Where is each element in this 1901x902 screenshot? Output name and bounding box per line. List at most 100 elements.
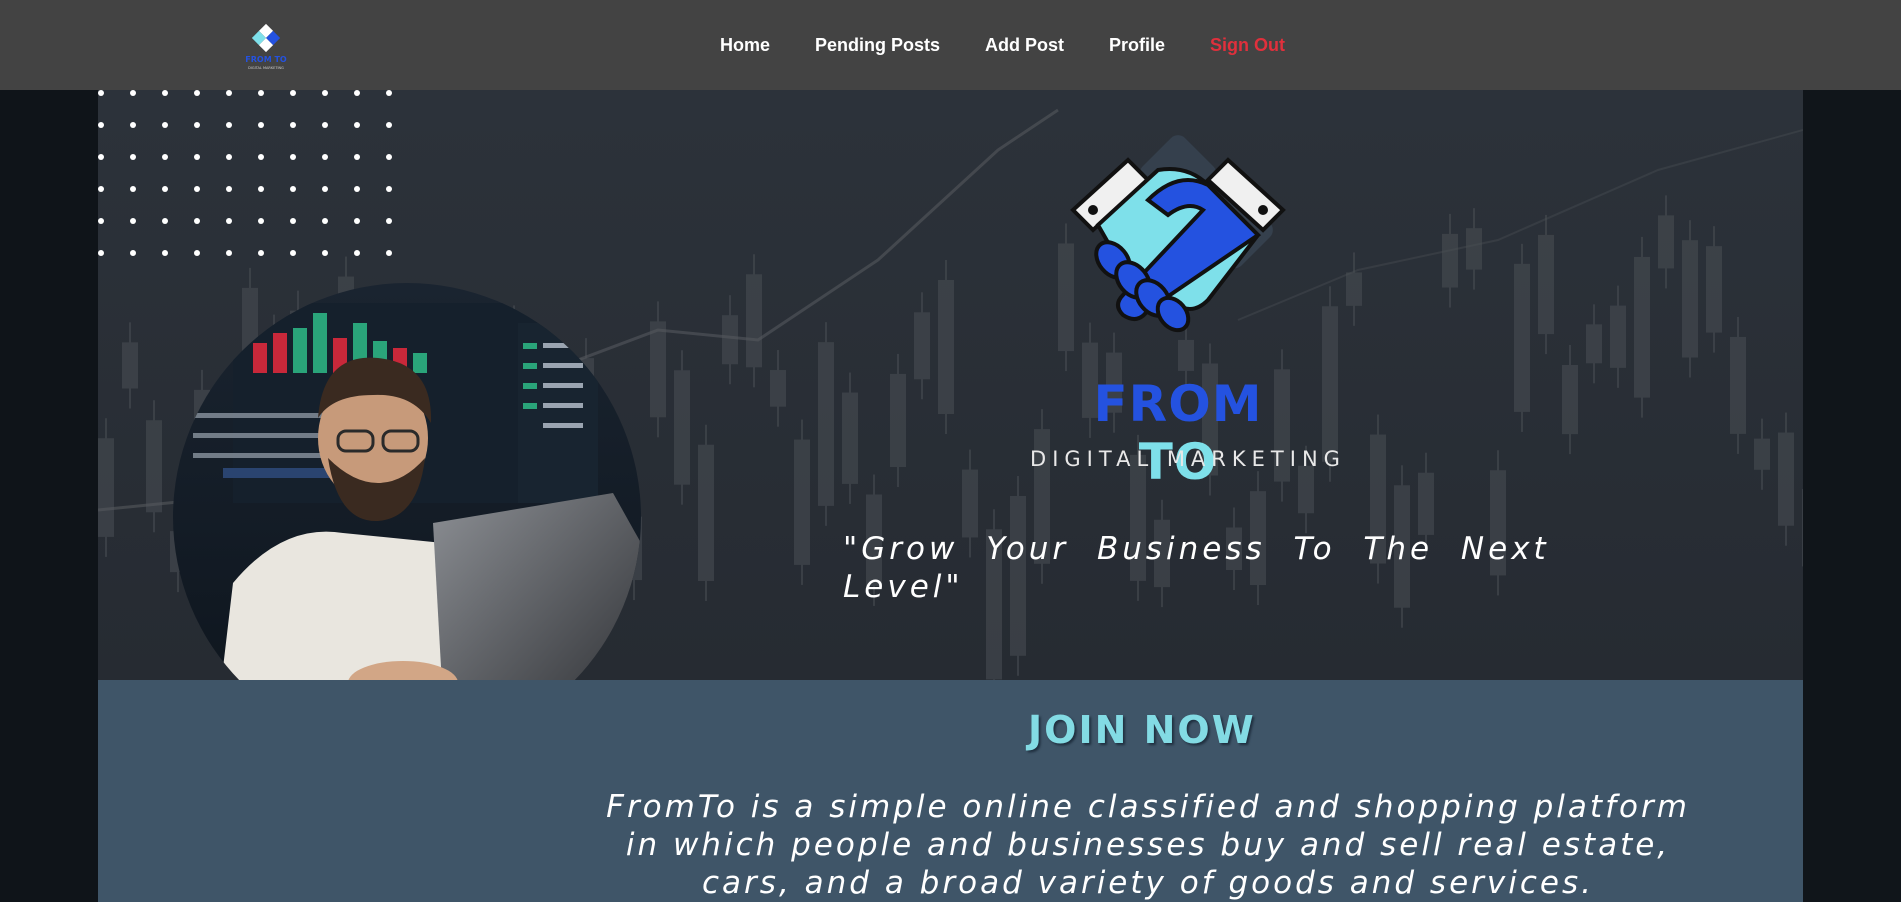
nav-profile[interactable]: Profile (1109, 35, 1165, 56)
decorative-dot (290, 250, 296, 256)
decorative-dot (98, 218, 104, 224)
decorative-dot (98, 186, 104, 192)
decorative-dot (258, 218, 264, 224)
bg-candlestick-wick (1641, 236, 1643, 418)
decorative-dot (258, 250, 264, 256)
decorative-dot (386, 154, 392, 160)
decorative-dot (258, 186, 264, 192)
bg-candlestick-wick (1449, 213, 1451, 308)
decorative-dot (98, 154, 104, 160)
decorative-dot (194, 186, 200, 192)
bg-candlestick-wick (1569, 344, 1571, 455)
join-section: JOIN NOW FromTo is a simple online class… (98, 680, 1803, 902)
site-logo-icon[interactable]: FROM TO DIGITAL MARKETING (240, 20, 292, 72)
bg-candlestick-wick (1593, 304, 1595, 384)
bg-candlestick-wick (1617, 285, 1619, 388)
decorative-dot (226, 186, 232, 192)
hero-section: FROM TO DIGITAL MARKETING "Grow Your Bus… (98, 90, 1803, 680)
decorative-dot (98, 122, 104, 128)
right-margin (1803, 90, 1901, 902)
decorative-dot (258, 122, 264, 128)
handshake-icon (1070, 135, 1286, 333)
left-margin (0, 90, 98, 902)
bg-candlestick-wick (801, 419, 803, 585)
decorative-dot (354, 122, 360, 128)
decorative-dot (226, 90, 232, 96)
bg-candlestick-wick (153, 400, 155, 533)
bg-candlestick-wick (1785, 412, 1787, 546)
decorative-dot (322, 218, 328, 224)
decorative-dot (322, 122, 328, 128)
decorative-dot (162, 90, 168, 96)
brand-title: FROM TO (1058, 375, 1298, 491)
decorative-dot (386, 122, 392, 128)
bg-candlestick-wick (921, 292, 923, 400)
nav-home[interactable]: Home (720, 35, 770, 56)
bg-candlestick-wick (897, 353, 899, 488)
bg-candlestick (1802, 489, 1803, 567)
bg-candlestick-wick (1665, 195, 1667, 289)
decorative-dot (226, 154, 232, 160)
nav-pending-posts[interactable]: Pending Posts (815, 35, 940, 56)
decorative-dot (322, 186, 328, 192)
decorative-dot (162, 218, 168, 224)
decorative-dot (130, 154, 136, 160)
top-navbar: FROM TO DIGITAL MARKETING Home Pending P… (0, 0, 1901, 90)
brand-subtitle: DIGITAL MARKETING (1030, 447, 1346, 471)
nav-add-post[interactable]: Add Post (985, 35, 1064, 56)
decorative-dot (386, 90, 392, 96)
decorative-dot (162, 154, 168, 160)
bg-candlestick-wick (105, 418, 107, 557)
decorative-dot (290, 154, 296, 160)
nav-links: Home Pending Posts Add Post Profile Sign… (720, 0, 1285, 90)
svg-text:DIGITAL MARKETING: DIGITAL MARKETING (248, 66, 284, 70)
join-description: FromTo is a simple online classified and… (606, 789, 1690, 901)
decorative-dot (194, 218, 200, 224)
decorative-dot (130, 250, 136, 256)
bg-candlestick-wick (849, 372, 851, 504)
bg-candlestick-wick (1737, 316, 1739, 454)
bg-candlestick-wick (777, 350, 779, 427)
join-now-heading[interactable]: JOIN NOW (1028, 708, 1256, 752)
decorative-dot (386, 218, 392, 224)
decorative-dot (162, 186, 168, 192)
decorative-dot (130, 90, 136, 96)
decorative-dot (354, 154, 360, 160)
brand-from: FROM (1093, 375, 1263, 433)
decorative-dot (98, 90, 104, 96)
decorative-dot (322, 154, 328, 160)
bg-candlestick-wick (681, 350, 683, 505)
decorative-dot (258, 154, 264, 160)
decorative-dot (322, 90, 328, 96)
decorative-dot (226, 122, 232, 128)
decorative-dot (162, 122, 168, 128)
bg-candlestick-wick (1545, 214, 1547, 355)
bg-candlestick-wick (753, 254, 755, 388)
bg-candlestick-wick (1761, 418, 1763, 490)
decorative-dot (130, 186, 136, 192)
decorative-dot (194, 90, 200, 96)
decorative-dot (194, 250, 200, 256)
decorative-dot (98, 250, 104, 256)
bg-candlestick-wick (825, 322, 827, 526)
decorative-dot (290, 90, 296, 96)
decorative-dot (386, 186, 392, 192)
bg-candlestick-wick (1521, 243, 1523, 432)
bg-candlestick-wick (705, 424, 707, 601)
decorative-dot (290, 122, 296, 128)
decorative-dot (322, 250, 328, 256)
decorative-dot (130, 218, 136, 224)
bg-candlestick-wick (129, 322, 131, 409)
bg-candlestick-wick (657, 301, 659, 438)
bg-candlestick-wick (1713, 226, 1715, 353)
decorative-dot (354, 218, 360, 224)
decorative-dot (290, 186, 296, 192)
hero-tagline: "Grow Your Business To The Next Level" (843, 531, 1550, 605)
decorative-dot (258, 90, 264, 96)
decorative-dot (290, 218, 296, 224)
decorative-dot (354, 90, 360, 96)
nav-sign-out[interactable]: Sign Out (1210, 35, 1285, 56)
dot-grid-decoration (98, 90, 392, 256)
decorative-dot (130, 122, 136, 128)
decorative-dot (162, 250, 168, 256)
